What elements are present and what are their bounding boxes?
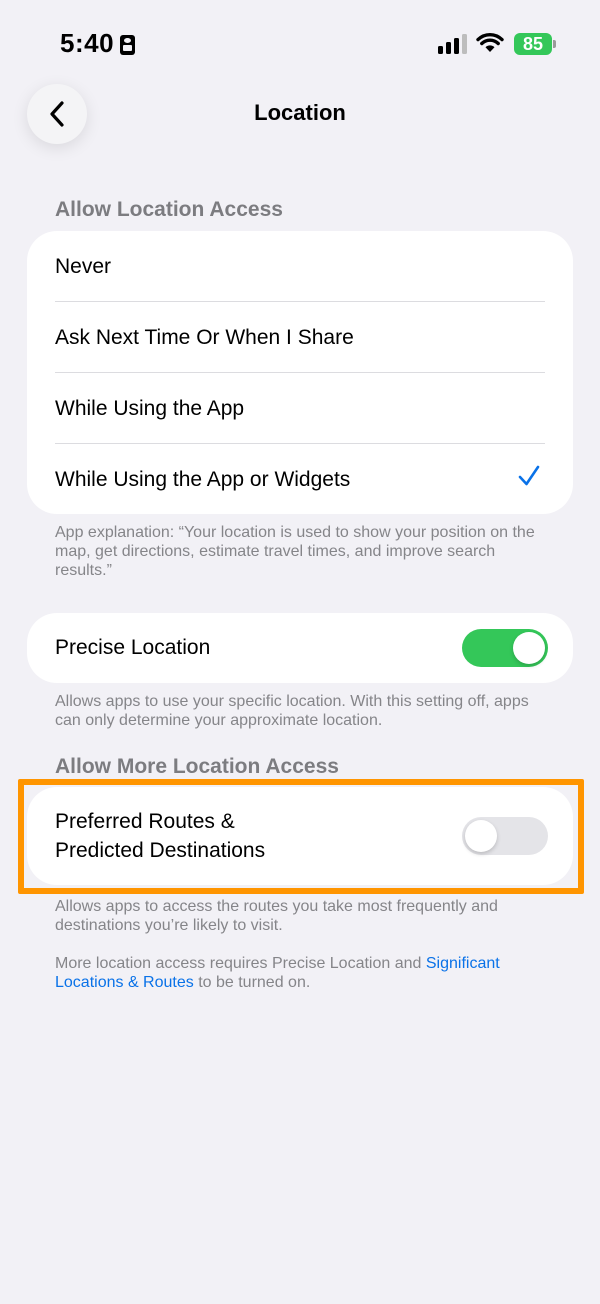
option-label: While Using the App or Widgets — [55, 467, 351, 491]
section-header-more-access: Allow More Location Access — [55, 755, 339, 778]
precise-location-description: Allows apps to use your specific locatio… — [55, 693, 529, 729]
option-while-using-app[interactable]: While Using the App — [55, 373, 573, 444]
status-time: 5:40 — [60, 28, 115, 58]
battery-tip — [553, 40, 556, 48]
section-header-allow-access: Allow Location Access — [55, 198, 283, 221]
more-access-note: More location access requires Precise Lo… — [55, 954, 550, 992]
app-explanation-text: App explanation: “Your location is used … — [55, 524, 535, 579]
option-label: Never — [55, 254, 112, 278]
note-prefix: More location access requires Precise Lo… — [55, 955, 426, 972]
preferred-routes-description: Allows apps to access the routes you tak… — [55, 898, 498, 934]
precise-location-card: Precise Location — [27, 613, 573, 683]
note-suffix: to be turned on. — [193, 974, 311, 991]
precise-location-label: Precise Location — [55, 636, 211, 659]
toggle-knob — [513, 632, 545, 664]
option-label: Ask Next Time Or When I Share — [55, 325, 354, 349]
wifi-icon — [476, 32, 504, 52]
id-card-icon — [120, 35, 135, 55]
page-title: Location — [254, 100, 346, 125]
access-options-card: Never Ask Next Time Or When I Share Whil… — [27, 231, 573, 514]
option-never[interactable]: Never — [55, 231, 573, 302]
highlight-frame — [18, 779, 584, 894]
option-label: While Using the App — [55, 396, 245, 420]
battery-indicator: 85 — [514, 33, 552, 55]
option-ask-next-time[interactable]: Ask Next Time Or When I Share — [55, 302, 573, 373]
checkmark-icon — [518, 465, 540, 486]
option-while-using-app-or-widgets[interactable]: While Using the App or Widgets — [55, 444, 573, 515]
cellular-signal-icon — [438, 34, 468, 54]
precise-location-toggle[interactable] — [462, 629, 548, 667]
